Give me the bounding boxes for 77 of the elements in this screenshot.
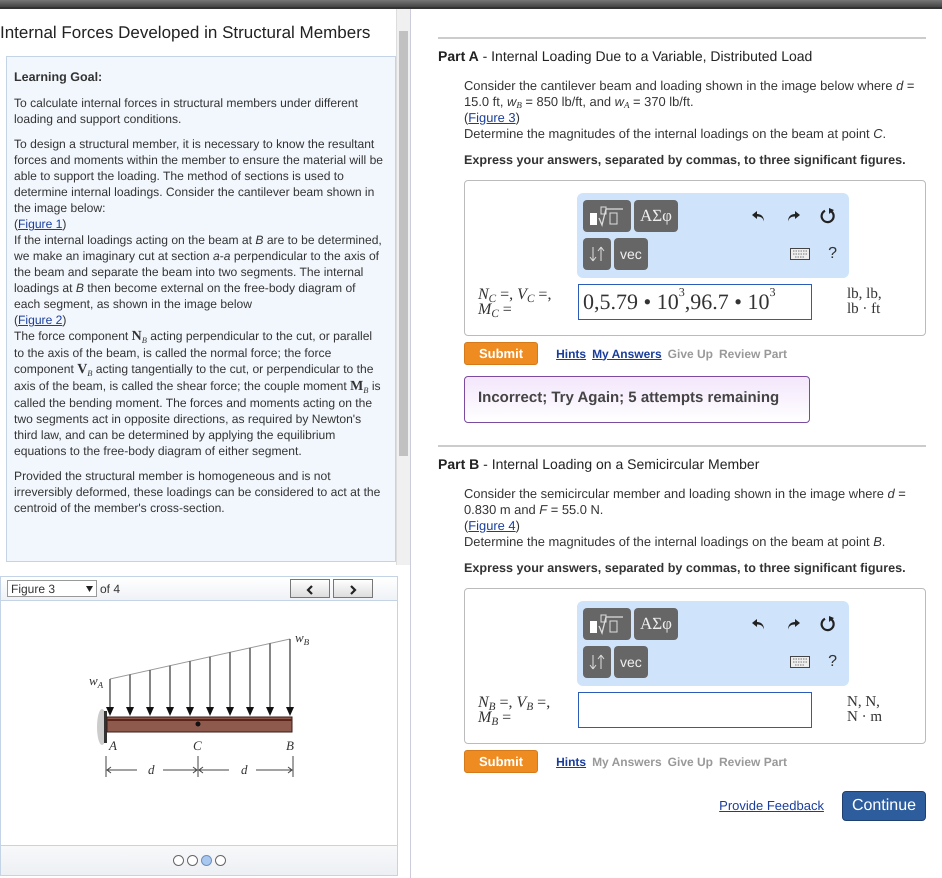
undo-icon[interactable] (751, 616, 767, 632)
wall-support-drawing (97, 709, 107, 745)
problem-statement: Consider the cantilever beam and loading shown in the image below where d = 15.0 ft, w$_{B}$ = 850 lb/ft, and w$_{A}$ = 370 lb/ft. (464, 78, 916, 110)
figure-link[interactable]: Figure 4 (468, 518, 516, 533)
figure-reference: (Figure 4) (464, 518, 521, 534)
paragraph: To design a structural member, it is necessary to know the resultant forces and moments within the member to ensure the material will be able to support the loading. The method of sections is used to determine internal loadings. Consider the cantilever beam shown in the image below: (14, 136, 384, 216)
pager-dot[interactable] (200, 855, 212, 866)
vector-button[interactable]: vec (614, 646, 648, 678)
redo-icon[interactable] (785, 208, 801, 224)
answer-input[interactable] (578, 692, 812, 728)
feedback-link[interactable]: Provide Feedback (719, 796, 824, 816)
continue-button[interactable]: Continue (842, 791, 926, 821)
incorrect-feedback-box: Incorrect; Try Again; 5 attempts remaining (464, 376, 810, 423)
page-title: Internal Forces Developed in Structural Members (0, 23, 372, 44)
load-label: w$_{A}$ (89, 673, 104, 690)
template-button[interactable] (583, 608, 631, 640)
help-button[interactable]: ? (828, 654, 837, 670)
point-label: A (109, 738, 117, 753)
chevron-left-icon (306, 584, 314, 595)
undo-icon[interactable] (751, 208, 767, 224)
caret-icon (86, 586, 93, 592)
keyboard-icon[interactable] (790, 656, 810, 668)
answer-label: N$_{B}$ =, V$_{B}$ =, M$_{B}$ = (478, 695, 552, 725)
units-label: lb, lb, lb · ft (847, 287, 883, 317)
paragraph: If the internal loadings acting on the beam at B are to be determined, we make an imaginary cut at section a-a perpendicular to the axis of the beam and separate the beam into two segments. The internal loadings at B then become external on the free-body diagram of each segment, as shown in the image below (14, 232, 383, 312)
symbols-button[interactable]: ΑΣφ (634, 200, 678, 232)
point-label: C (193, 738, 202, 753)
template-button[interactable] (583, 200, 631, 232)
question-text: Determine the magnitudes of the internal loadings on the beam at point B. (464, 534, 886, 550)
learning-goal-heading: Learning Goal: (14, 69, 104, 86)
scrollbar[interactable] (396, 9, 410, 565)
help-button[interactable]: ? (828, 246, 837, 262)
part-heading: Part A - Internal Loading Due to a Variable, Distributed Load (438, 37, 926, 67)
chevron-right-icon (349, 584, 357, 595)
pager-dot[interactable] (172, 855, 184, 866)
figure-reference: (Figure 2) (14, 312, 68, 328)
answer-label: N$_{C}$ =, V$_{C}$ =, M$_{C}$ = (478, 287, 552, 317)
figure-link[interactable]: Figure 3 (468, 110, 516, 125)
units-label: N, N, N · m (847, 695, 883, 725)
template-icon (589, 613, 625, 635)
point-label: B (286, 738, 294, 753)
redo-icon[interactable] (785, 616, 801, 632)
symbols-button[interactable]: ΑΣφ (634, 608, 678, 640)
keyboard-icon[interactable] (790, 248, 810, 260)
up-down-arrows-icon (589, 653, 605, 671)
figure-link[interactable]: Figure 2 (18, 313, 62, 328)
vector-button[interactable]: vec (614, 238, 648, 270)
figure-reference: (Figure 3) (464, 110, 521, 126)
paragraph: Provided the structural member is homogeneous and is not irreversibly deformed, these loadings can be considered to act at the centroid of the member's cross-section. (14, 468, 382, 516)
action-link[interactable]: Hints (556, 346, 586, 362)
reset-icon[interactable] (819, 615, 837, 633)
arrows-button[interactable] (583, 646, 611, 678)
dimension-label: d (148, 762, 154, 777)
instruction-text: Express your answers, separated by commas, to three significant figures. (464, 560, 907, 576)
answer-input[interactable]: 0,5.79 • 10$^{3}$,96.7 • 10$^{3}$ (578, 284, 812, 320)
problem-statement: Consider the semicircular member and loading shown in the image where d = 0.830 m and F = 55.0 N. (464, 486, 907, 518)
figure-count: of 4 (100, 580, 120, 598)
part-heading: Part B - Internal Loading on a Semicircular Member (438, 445, 926, 475)
action-link[interactable]: Hints (556, 754, 586, 770)
up-down-arrows-icon (589, 245, 605, 263)
load-label: w$_{B}$ (295, 630, 310, 647)
reset-icon[interactable] (819, 207, 837, 225)
paragraph: To calculate internal forces in structural members under different loading and support conditions. (14, 95, 359, 128)
next-figure-button[interactable] (333, 579, 373, 598)
previous-figure-button[interactable] (290, 579, 330, 598)
arrows-button[interactable] (583, 238, 611, 270)
question-text: Determine the magnitudes of the internal loadings on the beam at point C. (464, 126, 888, 142)
figure-link[interactable]: Figure 1 (18, 217, 62, 232)
template-icon (589, 205, 625, 227)
figure-reference: (Figure 1) (14, 216, 68, 232)
action-link[interactable]: My Answers (592, 346, 662, 362)
pager-dot[interactable] (186, 855, 198, 866)
instruction-text: Express your answers, separated by commas, to three significant figures. (464, 152, 907, 168)
figure-dropdown[interactable]: Figure 3 (7, 580, 97, 597)
dimension-label: d (241, 762, 248, 777)
pager-dot[interactable] (214, 855, 226, 866)
paragraph: The force component N$_{B}$ acting perpendicular to the cut, or parallel to the axis of the beam, is called the normal force; the force component V$_{B}$ acting tangentially to the cut, or perpendicular to the axis of the beam, is called the shear force; the couple moment M$_{B}$ is called the bending moment. The forces and moments acting on the two segments act in opposite directions, as required by Newton's third law, and can be determined by applying the equilibrium equations to the free-body diagram of either segment. (14, 328, 382, 460)
